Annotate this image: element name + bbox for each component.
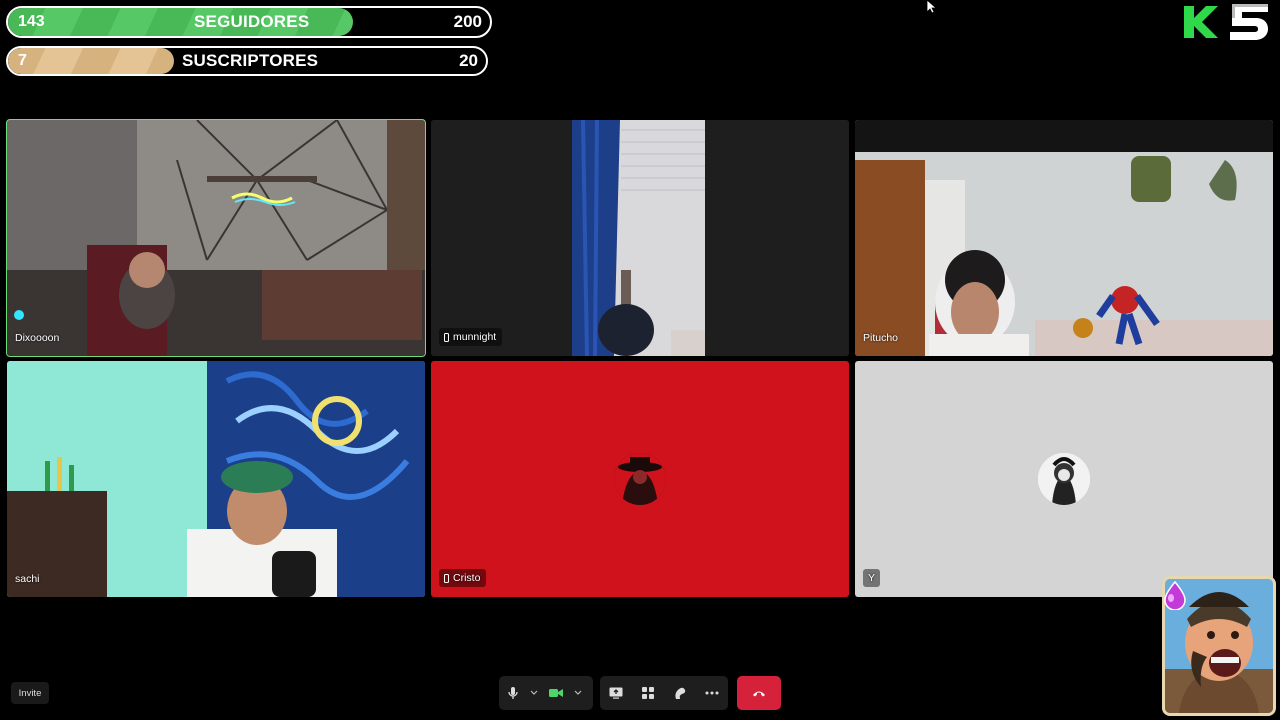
participant-tile-y[interactable]: Y — [855, 361, 1273, 597]
mic-button[interactable] — [499, 676, 527, 710]
soundboard-button[interactable] — [664, 676, 696, 710]
participant-name: Pitucho — [863, 332, 898, 344]
media-controls — [499, 676, 593, 710]
camera-icon — [549, 689, 563, 697]
video-feed — [855, 120, 1273, 356]
participant-name-text: Dixoooon — [15, 332, 60, 344]
participant-name-text: sachi — [15, 573, 40, 585]
mouse-cursor-icon — [926, 0, 936, 14]
participant-name: munnight — [439, 328, 503, 346]
participant-name-text: munnight — [453, 331, 497, 343]
chevron-down-icon — [530, 690, 538, 695]
activity-controls — [600, 676, 728, 710]
subscribers-goal-bar: 7 SUSCRIPTORES 20 — [6, 46, 488, 76]
participant-name: Cristo — [439, 569, 487, 587]
camera-options-button[interactable] — [571, 676, 585, 710]
participant-name-text: Pitucho — [863, 332, 899, 344]
subscribers-current: 7 — [18, 52, 27, 69]
followers-label: SEGUIDORES — [194, 12, 310, 31]
followers-goal-bar: 143 SEGUIDORES 200 — [6, 6, 492, 38]
participant-tile-dixoooon[interactable]: Dixoooon — [6, 119, 426, 357]
apps-icon — [642, 687, 654, 699]
apps-button[interactable] — [632, 676, 664, 710]
participant-tile-sachi[interactable]: sachi — [7, 361, 425, 597]
more-button[interactable] — [696, 676, 728, 710]
participant-name: Dixoooon — [15, 332, 59, 344]
leave-call-button[interactable] — [737, 676, 781, 710]
participant-tile-pitucho[interactable]: Pitucho — [855, 120, 1273, 356]
phone-icon — [444, 332, 449, 342]
invite-button[interactable]: Invite — [11, 682, 49, 704]
more-icon — [705, 691, 719, 695]
video-feed — [431, 120, 849, 356]
soundboard-icon — [675, 687, 686, 699]
subscribers-label: SUSCRIPTORES — [182, 51, 319, 70]
hang-up-icon — [753, 691, 765, 697]
participant-name: sachi — [15, 573, 40, 585]
camera-button[interactable] — [541, 676, 571, 710]
channel-logo — [1184, 4, 1268, 40]
mic-icon — [508, 687, 518, 699]
video-feed — [7, 120, 425, 356]
phone-icon — [444, 573, 449, 583]
mic-options-button[interactable] — [527, 676, 541, 710]
participant-avatar — [1038, 453, 1090, 505]
screen-share-icon — [609, 687, 623, 699]
elixir-drop-icon — [1164, 580, 1186, 610]
followers-target: 200 — [453, 12, 482, 31]
subscribers-target: 20 — [459, 51, 478, 70]
participant-name: Y — [863, 569, 881, 587]
participant-name-text: Cristo — [453, 572, 481, 584]
participant-tile-cristo[interactable]: Cristo — [431, 361, 849, 597]
chevron-down-icon — [574, 690, 582, 695]
subscribers-progress-fill — [8, 48, 174, 74]
participant-name-text: Y — [868, 572, 876, 584]
participant-tile-munnight[interactable]: munnight — [431, 120, 849, 356]
video-feed — [7, 361, 425, 597]
followers-current: 143 — [18, 13, 45, 30]
screen-share-button[interactable] — [600, 676, 632, 710]
participant-avatar — [614, 453, 666, 505]
